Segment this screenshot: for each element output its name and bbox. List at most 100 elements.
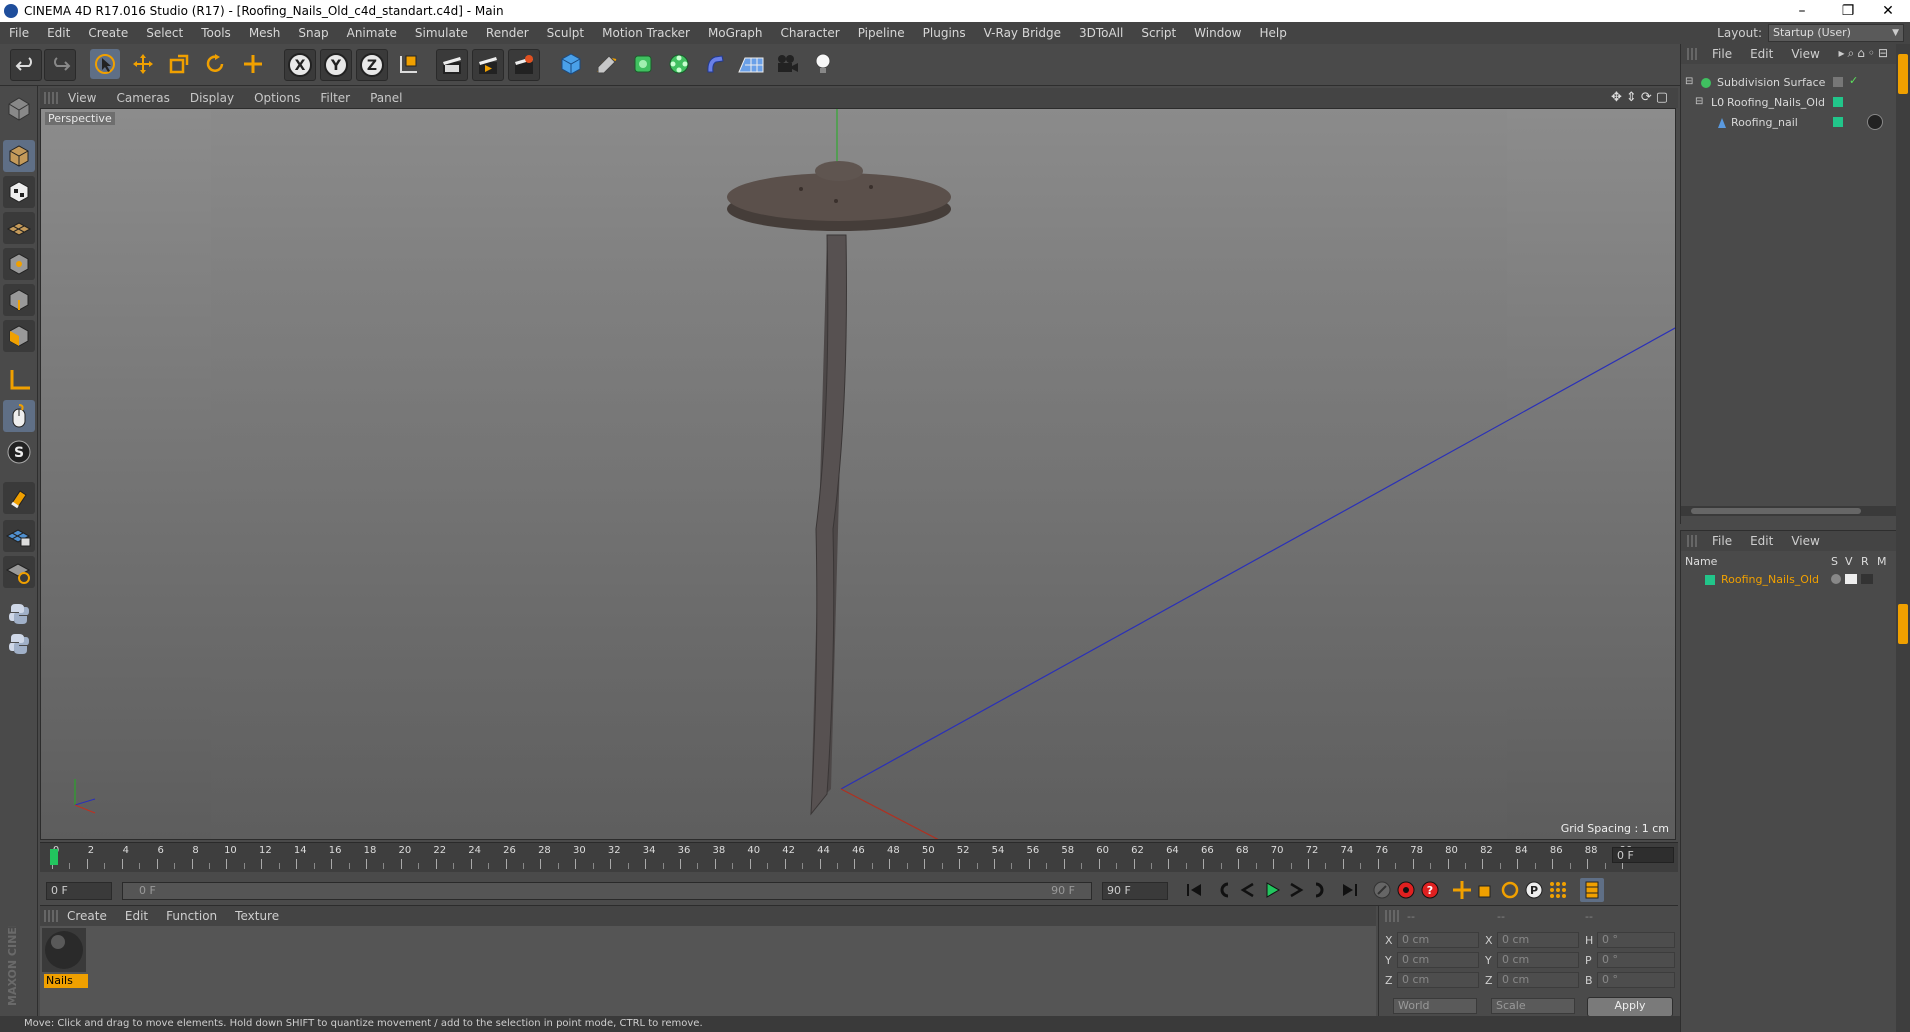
material-menu-function[interactable]: Function <box>157 909 226 923</box>
python-script-button-2[interactable] <box>3 628 35 660</box>
menu-pipeline[interactable]: Pipeline <box>849 26 914 40</box>
go-to-next-key-button[interactable] <box>1308 878 1332 902</box>
object-menu-file[interactable]: File <box>1703 47 1741 61</box>
pos-x-field[interactable]: 0 cm <box>1397 932 1479 948</box>
viewport-menu-filter[interactable]: Filter <box>310 91 360 105</box>
layout-select[interactable]: Startup (User) ▼ <box>1768 24 1904 42</box>
locked-workplane-button[interactable] <box>3 520 35 552</box>
menu-plugins[interactable]: Plugins <box>914 26 975 40</box>
object-menu-edit[interactable]: Edit <box>1741 47 1782 61</box>
object-manager-scrollbar[interactable] <box>1681 506 1897 516</box>
make-editable-button[interactable] <box>3 92 35 124</box>
menu-script[interactable]: Script <box>1132 26 1185 40</box>
menu-render[interactable]: Render <box>477 26 538 40</box>
menu-mesh[interactable]: Mesh <box>240 26 290 40</box>
python-script-button-1[interactable] <box>3 598 35 630</box>
enable-axis-button[interactable] <box>3 364 35 396</box>
go-to-end-button[interactable] <box>1338 878 1362 902</box>
menu-simulate[interactable]: Simulate <box>406 26 477 40</box>
menu-tools[interactable]: Tools <box>192 26 240 40</box>
x-axis-lock-button[interactable]: X <box>284 49 316 81</box>
material-menu-edit[interactable]: Edit <box>116 909 157 923</box>
viewport-menu-view[interactable]: View <box>58 91 106 105</box>
material-menu-texture[interactable]: Texture <box>226 909 288 923</box>
menu-character[interactable]: Character <box>771 26 848 40</box>
parameter-key-button[interactable]: P <box>1522 878 1546 902</box>
object-menu-view[interactable]: View <box>1782 47 1828 61</box>
tweak-mode-button[interactable] <box>3 400 35 432</box>
layer-menu-edit[interactable]: Edit <box>1741 534 1782 548</box>
pos-y-field[interactable]: 0 cm <box>1397 952 1479 968</box>
scrollbar-thumb[interactable] <box>1691 508 1861 514</box>
render-toggle[interactable] <box>1861 574 1873 584</box>
edit-visibility-icon[interactable] <box>1833 77 1843 87</box>
render-view-button[interactable] <box>436 49 468 81</box>
solo-mode-button[interactable]: S <box>3 436 35 468</box>
edges-mode-button[interactable] <box>3 284 35 316</box>
roofing-nail-model[interactable] <box>727 161 951 816</box>
rot-p-field[interactable]: 0 ° <box>1597 952 1675 968</box>
menu-vray-bridge[interactable]: V-Ray Bridge <box>975 26 1070 40</box>
next-frame-button[interactable] <box>1284 878 1308 902</box>
object-row-subdivision-surface[interactable]: ⊟ Subdivision Surface ✓ <box>1681 74 1897 94</box>
restore-button[interactable]: ❐ <box>1826 0 1870 22</box>
menu-snap[interactable]: Snap <box>289 26 337 40</box>
coordinate-space-dropdown[interactable]: World <box>1393 998 1477 1014</box>
pos-z-field[interactable]: 0 cm <box>1397 972 1479 988</box>
redo-button[interactable] <box>44 49 76 81</box>
live-selection-button[interactable] <box>90 49 120 79</box>
autokeying-button[interactable] <box>1394 878 1418 902</box>
menu-sculpt[interactable]: Sculpt <box>538 26 593 40</box>
add-floor-button[interactable] <box>736 49 766 79</box>
menu-animate[interactable]: Animate <box>338 26 406 40</box>
start-frame-field[interactable]: 0 F <box>46 882 112 900</box>
material-tag-icon[interactable] <box>1867 114 1883 130</box>
add-light-button[interactable] <box>808 49 838 79</box>
go-to-start-button[interactable] <box>1182 878 1206 902</box>
material-nails[interactable]: Nails <box>42 928 88 990</box>
go-to-previous-key-button[interactable] <box>1212 878 1236 902</box>
rot-b-field[interactable]: 0 ° <box>1597 972 1675 988</box>
layer-color-swatch[interactable] <box>1833 117 1843 127</box>
size-mode-dropdown[interactable]: Scale <box>1491 998 1575 1014</box>
collapse-icon[interactable]: ⊟ <box>1685 76 1693 87</box>
apply-button[interactable]: Apply <box>1587 997 1673 1017</box>
previous-frame-button[interactable] <box>1236 878 1260 902</box>
rotation-key-button[interactable] <box>1498 878 1522 902</box>
current-frame-field[interactable]: 0 F <box>1612 847 1674 863</box>
position-key-button[interactable] <box>1450 878 1474 902</box>
add-array-button[interactable] <box>664 49 694 79</box>
scale-key-button[interactable] <box>1474 878 1498 902</box>
layer-menu-file[interactable]: File <box>1703 534 1741 548</box>
viewport-menu-panel[interactable]: Panel <box>360 91 412 105</box>
layer-color-swatch[interactable] <box>1705 575 1715 585</box>
menu-motion-tracker[interactable]: Motion Tracker <box>593 26 699 40</box>
layer-color-swatch[interactable] <box>1833 97 1843 107</box>
render-to-picture-viewer-button[interactable] <box>472 49 504 81</box>
end-frame-field[interactable]: 90 F <box>1102 882 1168 900</box>
add-cube-button[interactable] <box>556 49 586 79</box>
viewport-menu-options[interactable]: Options <box>244 91 310 105</box>
timeline-ruler[interactable]: 0246810121416182022242628303234363840424… <box>40 842 1678 872</box>
add-camera-button[interactable] <box>772 49 802 79</box>
viewport-menu-cameras[interactable]: Cameras <box>106 91 179 105</box>
model-mode-button[interactable] <box>3 140 35 172</box>
planar-workplane-button[interactable] <box>3 556 35 588</box>
keyframe-selection-button[interactable]: ? <box>1418 878 1442 902</box>
texture-mode-button[interactable] <box>3 176 35 208</box>
objects-tab[interactable] <box>1898 54 1908 94</box>
layer-menu-view[interactable]: View <box>1782 534 1828 548</box>
object-row-roofing-nail[interactable]: Roofing_nail <box>1681 114 1897 134</box>
add-deformer-button[interactable] <box>700 49 730 79</box>
viewport-nav-icons[interactable]: ✥⇕⟳▢ <box>1611 90 1672 105</box>
minimize-button[interactable]: – <box>1780 0 1824 22</box>
points-mode-button[interactable] <box>3 248 35 280</box>
add-spline-button[interactable] <box>592 49 622 79</box>
undo-button[interactable] <box>10 49 42 81</box>
attributes-tab[interactable] <box>1898 604 1908 644</box>
menu-create[interactable]: Create <box>79 26 137 40</box>
playhead[interactable] <box>50 849 58 865</box>
solo-toggle[interactable] <box>1831 574 1841 584</box>
object-manager-tools[interactable]: ▸⌕⌂◦⊟ <box>1839 46 1892 61</box>
workplane-mode-button[interactable] <box>3 212 35 244</box>
